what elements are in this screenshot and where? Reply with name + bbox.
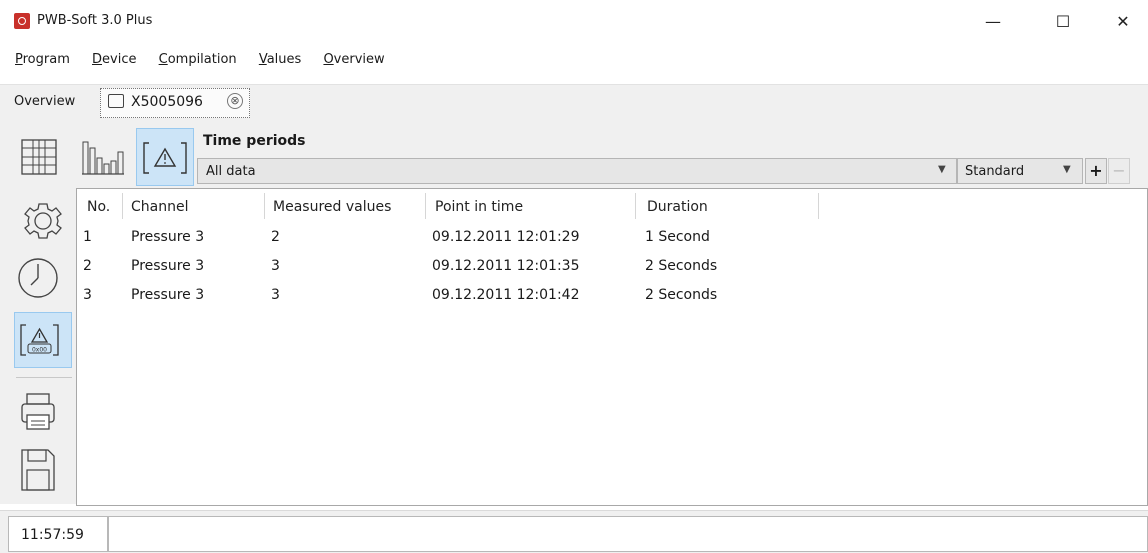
column-header-measured-values[interactable]: Measured values [273, 199, 391, 215]
column-divider[interactable] [818, 193, 819, 219]
menu-bar: Program Device Compilation Values Overvi… [0, 52, 389, 78]
cell-point-in-time: 09.12.2011 12:01:29 [432, 229, 580, 245]
table-row[interactable]: 1 Pressure 3 2 09.12.2011 12:01:29 1 Sec… [77, 226, 1145, 252]
standard-value: Standard [965, 164, 1025, 179]
cell-duration: 2 Seconds [645, 287, 718, 303]
menu-device[interactable]: Device [92, 52, 136, 67]
cell-channel: Pressure 3 [131, 287, 205, 303]
chevron-down-icon[interactable]: ▼ [938, 164, 946, 175]
grid-table-icon [21, 139, 57, 175]
warning-code-icon: 0x00 [20, 324, 59, 356]
cell-point-in-time: 09.12.2011 12:01:35 [432, 258, 580, 274]
save-button[interactable] [14, 443, 72, 499]
table-row[interactable]: 2 Pressure 3 3 09.12.2011 12:01:35 2 Sec… [77, 255, 1145, 281]
add-period-button[interactable]: + [1085, 158, 1107, 184]
window-title: PWB-Soft 3.0 Plus [37, 13, 153, 28]
column-divider[interactable] [122, 193, 123, 219]
table-row[interactable]: 3 Pressure 3 3 09.12.2011 12:01:42 2 Sec… [77, 284, 1145, 310]
time-periods-label: Time periods [203, 133, 306, 149]
column-header-no[interactable]: No. [87, 199, 110, 215]
time-period-select[interactable] [197, 158, 957, 184]
warning-badge-text: 0x00 [32, 347, 47, 354]
column-header-point-in-time[interactable]: Point in time [435, 199, 523, 215]
cell-no: 2 [83, 258, 92, 274]
warning-view-button[interactable] [136, 128, 194, 186]
tab-overview[interactable]: Overview [14, 94, 75, 109]
cell-no: 1 [83, 229, 92, 245]
column-divider[interactable] [264, 193, 265, 219]
gear-icon [24, 203, 62, 239]
printer-icon [21, 393, 55, 430]
clock-icon [18, 258, 58, 298]
status-time: 11:57:59 [8, 516, 108, 552]
cell-measured-values: 2 [271, 229, 280, 245]
menu-compilation[interactable]: Compilation [159, 52, 237, 67]
app-logo-icon [14, 13, 30, 29]
minimize-button[interactable]: — [970, 8, 1016, 36]
floppy-disk-icon [21, 449, 55, 491]
warning-log-button[interactable]: 0x00 [14, 312, 72, 368]
print-button[interactable] [14, 385, 72, 441]
tab-close-icon[interactable]: ⊗ [227, 93, 243, 109]
cell-duration: 1 Second [645, 229, 710, 245]
menu-overview[interactable]: Overview [323, 52, 384, 67]
close-window-button[interactable]: ✕ [1100, 8, 1146, 36]
chart-view-button[interactable] [76, 128, 128, 186]
menu-values[interactable]: Values [259, 52, 301, 67]
settings-button[interactable] [14, 193, 72, 249]
warning-bracket-icon [143, 142, 187, 174]
sidebar-divider [16, 377, 72, 378]
bar-chart-icon [82, 141, 124, 175]
cell-measured-values: 3 [271, 258, 280, 274]
cell-channel: Pressure 3 [131, 229, 205, 245]
column-header-duration[interactable]: Duration [647, 199, 708, 215]
cell-channel: Pressure 3 [131, 258, 205, 274]
cell-duration: 2 Seconds [645, 258, 718, 274]
clock-button[interactable] [14, 250, 72, 306]
cell-measured-values: 3 [271, 287, 280, 303]
column-divider[interactable] [425, 193, 426, 219]
chevron-down-icon[interactable]: ▼ [1063, 164, 1071, 175]
column-divider[interactable] [635, 193, 636, 219]
remove-period-button[interactable]: − [1108, 158, 1130, 184]
cell-no: 3 [83, 287, 92, 303]
maximize-button[interactable]: ☐ [1040, 8, 1086, 36]
cell-point-in-time: 09.12.2011 12:01:42 [432, 287, 580, 303]
menu-program[interactable]: Program [15, 52, 70, 67]
device-icon [108, 94, 124, 108]
status-message-field [108, 516, 1148, 552]
time-period-value: All data [206, 164, 256, 179]
tab-device-label: X5005096 [131, 94, 203, 110]
table-view-button[interactable] [14, 128, 66, 186]
column-header-channel[interactable]: Channel [131, 199, 188, 215]
